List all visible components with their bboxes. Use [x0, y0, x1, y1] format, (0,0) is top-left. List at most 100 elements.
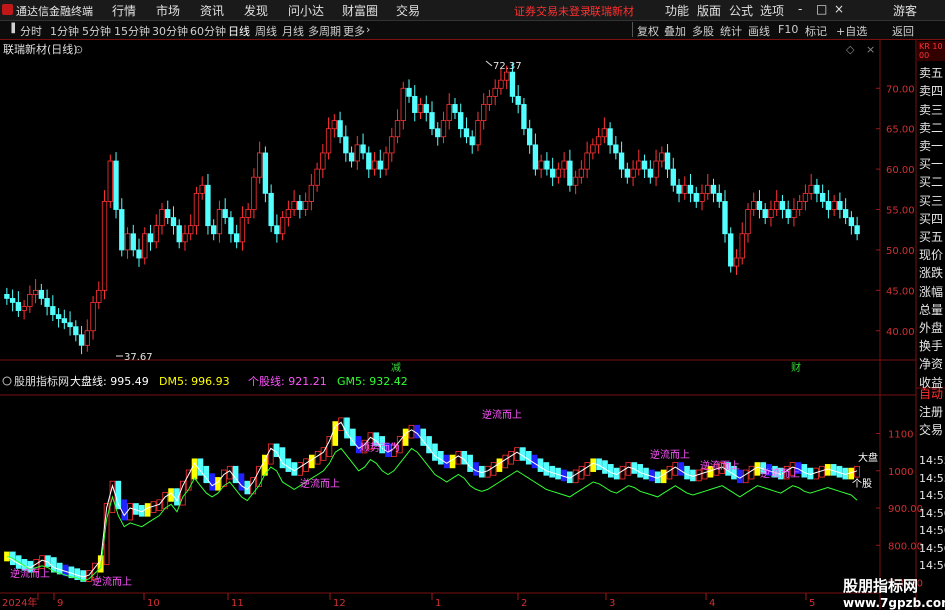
indicator-bar [602, 460, 608, 474]
indicator-bar [678, 462, 685, 476]
candle-body [142, 233, 148, 259]
quote-label: 卖三 [919, 102, 944, 117]
high-price-label: 72.37 [493, 61, 522, 72]
btn-huaxian[interactable]: 画线 [748, 23, 770, 39]
event-marker-jian[interactable]: 减 [391, 362, 401, 374]
btn-fanhui[interactable]: 返回 [892, 23, 914, 39]
candle-body [532, 144, 539, 170]
minimize-button[interactable]: - [798, 2, 802, 16]
side-action-label[interactable]: 自动 [919, 385, 943, 402]
indicator-bar [308, 454, 315, 469]
candle-body [412, 95, 418, 113]
period-fenshi[interactable]: 分时 [20, 23, 42, 39]
btn-diejia[interactable]: 叠加 [664, 23, 686, 39]
menu-hangqing[interactable]: 行情 [112, 2, 136, 19]
candle-body [664, 152, 671, 170]
btn-tongji[interactable]: 统计 [720, 23, 742, 39]
user-guest[interactable]: 游客 [893, 2, 917, 19]
menu-shichang[interactable]: 市场 [156, 2, 180, 19]
indicator-bar [748, 465, 755, 480]
candle-body [613, 144, 619, 154]
menu-zixun[interactable]: 资讯 [200, 2, 224, 19]
candle-body [400, 87, 406, 122]
candle-body [383, 152, 389, 170]
btn-fuquan[interactable]: 复权 [637, 23, 659, 39]
trade-time: 14:55 [919, 489, 945, 502]
candle-body [256, 152, 263, 178]
btn-duogu[interactable]: 多股 [692, 23, 714, 39]
price-tick-label: 60.00 [886, 165, 915, 176]
period-weekly[interactable]: 周线 [255, 23, 277, 39]
candle-body [211, 225, 217, 235]
side-action-label[interactable]: 注册 [919, 403, 943, 420]
candle-body [584, 152, 590, 170]
quote-label: 涨幅 [919, 284, 944, 299]
period-daily[interactable]: 日线 [228, 23, 250, 39]
candle-body [193, 192, 200, 227]
maximize-button[interactable]: □ [816, 2, 827, 16]
menu-faxian[interactable]: 发现 [244, 2, 268, 19]
x-tick-label: 11 [231, 598, 244, 609]
menu-banmian[interactable]: 版面 [697, 2, 721, 19]
close-button[interactable]: × [834, 2, 844, 16]
login-warning[interactable]: 证券交易未登录 [514, 3, 591, 19]
candle-body [417, 104, 424, 113]
side-action-label[interactable]: 交易 [919, 421, 943, 438]
candle-body [337, 120, 343, 138]
period-15min[interactable]: 15分钟 [114, 23, 150, 39]
menu-jiaoyi[interactable]: 交易 [396, 2, 420, 19]
period-more[interactable]: 更多 [343, 23, 365, 39]
chart-menu-chevron-icon[interactable]: ⊙ [74, 43, 83, 56]
indicator-toggle-icon[interactable] [2, 376, 12, 386]
menu-wenxiaoda[interactable]: 问小达 [288, 2, 324, 19]
candle-body [314, 168, 320, 186]
btn-f10[interactable]: F10 [778, 23, 798, 36]
candle-body [188, 225, 194, 235]
menu-gongneng[interactable]: 功能 [665, 2, 689, 19]
indicator-bar [502, 454, 509, 469]
period-30min[interactable]: 30分钟 [152, 23, 188, 39]
candle-body [360, 144, 366, 154]
indicator-bar [297, 462, 303, 476]
trade-time: 14:56 [919, 506, 945, 520]
candle-body [504, 71, 510, 81]
indicator-bar [637, 464, 643, 478]
chart-options-icon[interactable]: ◇ [846, 43, 855, 56]
candle-body [228, 217, 234, 235]
period-60min[interactable]: 60分钟 [190, 23, 226, 39]
candle-body [84, 330, 90, 346]
quote-label: 总量 [919, 302, 944, 317]
candle-body [739, 233, 745, 259]
price-axis: 40.00 45.00 50.00 55.00 60.00 65.00 70.00 [876, 84, 915, 338]
indicator-bar [467, 454, 473, 472]
candle-body [756, 201, 763, 210]
candlesticks [4, 63, 860, 355]
period-5min[interactable]: 5分钟 [82, 23, 111, 39]
indicator-bar [144, 503, 151, 517]
toolbar-collapse-icon[interactable]: ▐ [8, 24, 15, 34]
x-tick-label: 10 [147, 598, 160, 609]
candle-body [630, 168, 636, 178]
candle-body [607, 128, 613, 146]
btn-biaoji[interactable]: 标记 [805, 23, 827, 39]
price-tick-label: 50.00 [886, 246, 915, 257]
candle-body [549, 168, 556, 178]
candle-body [659, 152, 665, 162]
candle-body [274, 225, 280, 235]
period-1min[interactable]: 1分钟 [50, 23, 79, 39]
indicator-bar [402, 428, 409, 446]
indicator-bar [127, 503, 133, 521]
event-marker-cai[interactable]: 财 [791, 361, 801, 374]
indicator-bar [267, 443, 274, 465]
period-monthly[interactable]: 月线 [282, 23, 304, 39]
period-multi[interactable]: 多周期 [308, 23, 341, 39]
kline-chart[interactable]: 联瑞新材(日线) ⊙ ◇ × 40.00 45.00 50.00 55.00 60.00… [0, 40, 945, 609]
candle-body [268, 192, 274, 227]
chart-close-icon[interactable]: × [866, 43, 875, 56]
menu-gongshi[interactable]: 公式 [729, 2, 753, 19]
candle-body [331, 120, 338, 130]
btn-add-watchlist[interactable]: +自选 [836, 23, 867, 39]
more-chevron-icon[interactable]: › [366, 23, 370, 36]
menu-xuanxiang[interactable]: 选项 [760, 2, 784, 19]
menu-caifuquan[interactable]: 财富圈 [342, 2, 378, 19]
